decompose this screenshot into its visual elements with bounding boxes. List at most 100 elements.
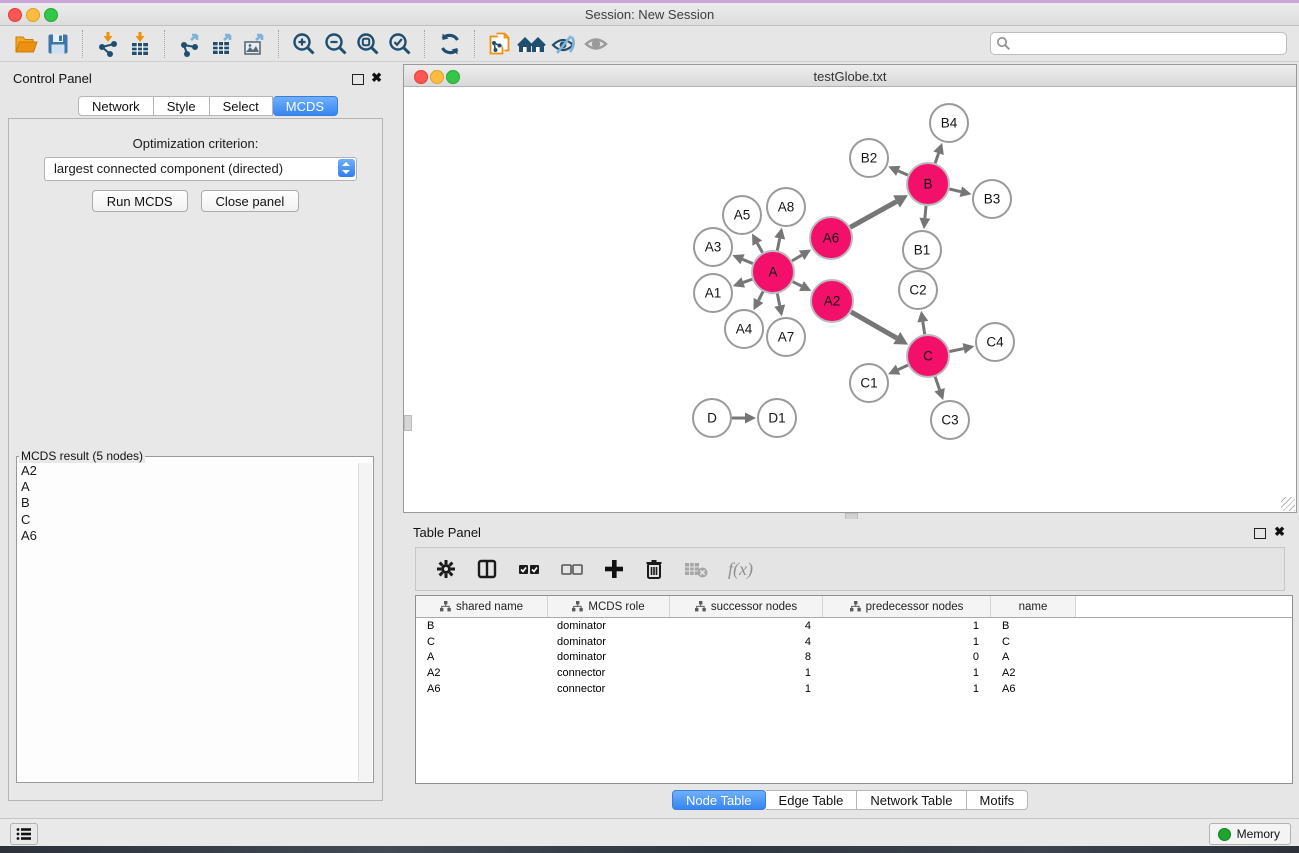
delete-column-trash-icon[interactable]: [644, 558, 664, 580]
table-cell[interactable]: A2: [416, 667, 548, 679]
table-cell[interactable]: B: [416, 620, 548, 632]
network-canvas[interactable]: B4B2BB3A8A5A6B1A3AC2A1A2A4A7C4CC1C3DD1: [404, 87, 1296, 512]
first-neighbors-button[interactable]: [516, 29, 548, 59]
graph-edge[interactable]: [743, 279, 752, 282]
tab-motifs[interactable]: Motifs: [967, 790, 1029, 810]
column-header-predecessor-nodes[interactable]: predecessor nodes: [823, 596, 991, 617]
tab-select[interactable]: Select: [210, 96, 273, 116]
table-cell[interactable]: 8: [670, 651, 823, 663]
tab-network-table[interactable]: Network Table: [857, 790, 966, 810]
graph-edge[interactable]: [793, 282, 802, 286]
graph-edge[interactable]: [898, 365, 908, 370]
table-cell[interactable]: 4: [670, 636, 823, 648]
memory-button[interactable]: Memory: [1209, 823, 1291, 845]
tab-node-table[interactable]: Node Table: [672, 790, 766, 810]
tab-network[interactable]: Network: [78, 96, 154, 116]
table-cell[interactable]: A2: [991, 667, 1076, 679]
table-cell[interactable]: 1: [670, 683, 823, 695]
zoom-out-button[interactable]: [320, 29, 352, 59]
table-cell[interactable]: 1: [823, 620, 991, 632]
run-mcds-button[interactable]: Run MCDS: [92, 190, 188, 212]
deselect-all-rows-icon[interactable]: [560, 558, 584, 580]
table-cell[interactable]: B: [991, 620, 1076, 632]
save-session-button[interactable]: [42, 29, 74, 59]
graph-edge[interactable]: [757, 243, 762, 253]
select-stepper-icon[interactable]: [338, 159, 355, 177]
graph-edge[interactable]: [925, 206, 926, 218]
show-all-button[interactable]: [580, 29, 612, 59]
column-header-name[interactable]: name: [991, 596, 1076, 617]
table-settings-gear-icon[interactable]: [435, 558, 457, 580]
table-row[interactable]: Bdominator41B: [416, 618, 1292, 634]
import-table-button[interactable]: [124, 29, 156, 59]
new-network-from-selection-button[interactable]: [484, 29, 516, 59]
table-cell[interactable]: dominator: [548, 651, 670, 663]
table-cell[interactable]: 1: [823, 683, 991, 695]
graph-edge[interactable]: [949, 189, 960, 192]
search-field[interactable]: [990, 32, 1287, 55]
table-cell[interactable]: 1: [670, 667, 823, 679]
graph-edge[interactable]: [792, 255, 802, 261]
graph-edge[interactable]: [850, 202, 896, 228]
table-row[interactable]: A2connector11A2: [416, 665, 1292, 681]
select-all-rows-icon[interactable]: [517, 558, 541, 580]
graph-edge[interactable]: [935, 153, 938, 163]
show-column-panel-icon[interactable]: [476, 558, 498, 580]
table-cell[interactable]: A6: [416, 683, 548, 695]
zoom-selected-button[interactable]: [384, 29, 416, 59]
export-table-button[interactable]: [206, 29, 238, 59]
mcds-result-item[interactable]: A6: [18, 528, 358, 544]
graph-edge[interactable]: [743, 259, 753, 263]
criterion-select[interactable]: largest connected component (directed): [44, 157, 357, 181]
column-header-mcds-role[interactable]: MCDS role: [548, 596, 670, 617]
mcds-result-item[interactable]: C: [18, 512, 358, 528]
float-table-panel-icon[interactable]: [1254, 528, 1266, 539]
table-cell[interactable]: C: [991, 636, 1076, 648]
table-cell[interactable]: A6: [991, 683, 1076, 695]
tab-style[interactable]: Style: [154, 96, 210, 116]
table-row[interactable]: Adominator80A: [416, 649, 1292, 665]
add-column-icon[interactable]: [603, 558, 625, 580]
export-network-button[interactable]: [174, 29, 206, 59]
splitter-grip-icon[interactable]: [404, 415, 412, 431]
float-panel-icon[interactable]: [352, 74, 364, 85]
table-cell[interactable]: connector: [548, 683, 670, 695]
graph-edge[interactable]: [898, 171, 908, 175]
tab-mcds[interactable]: MCDS: [273, 96, 338, 116]
graph-edge[interactable]: [851, 312, 897, 338]
column-header-successor-nodes[interactable]: successor nodes: [670, 596, 823, 617]
task-history-button[interactable]: [10, 823, 38, 845]
apply-preferred-layout-button[interactable]: [434, 29, 466, 59]
tab-edge-table[interactable]: Edge Table: [766, 790, 858, 810]
mcds-result-item[interactable]: A: [18, 479, 358, 495]
close-table-panel-icon[interactable]: ✖: [1274, 524, 1285, 540]
table-cell[interactable]: 4: [670, 620, 823, 632]
graph-edge[interactable]: [923, 322, 925, 335]
table-cell[interactable]: C: [416, 636, 548, 648]
zoom-in-button[interactable]: [288, 29, 320, 59]
table-cell[interactable]: A: [416, 651, 548, 663]
export-image-button[interactable]: [238, 29, 270, 59]
table-cell[interactable]: 0: [823, 651, 991, 663]
table-row[interactable]: Cdominator41C: [416, 634, 1292, 650]
table-cell[interactable]: 1: [823, 636, 991, 648]
graph-edge[interactable]: [950, 349, 964, 352]
mcds-result-item[interactable]: A2: [18, 463, 358, 479]
graph-edge[interactable]: [759, 292, 764, 301]
graph-edge[interactable]: [935, 377, 939, 390]
graph-edge[interactable]: [777, 294, 779, 306]
close-panel-icon[interactable]: ✖: [371, 70, 382, 86]
hide-selected-button[interactable]: [548, 29, 580, 59]
search-input[interactable]: [1015, 34, 1279, 53]
result-list-scrollbar[interactable]: [358, 463, 372, 781]
mcds-result-item[interactable]: B: [18, 495, 358, 511]
table-cell[interactable]: connector: [548, 667, 670, 679]
import-network-button[interactable]: [92, 29, 124, 59]
table-cell[interactable]: dominator: [548, 636, 670, 648]
open-file-button[interactable]: [10, 29, 42, 59]
close-panel-button[interactable]: Close panel: [201, 190, 300, 212]
table-cell[interactable]: 1: [823, 667, 991, 679]
graph-edge[interactable]: [777, 238, 779, 250]
table-row[interactable]: A6connector11A6: [416, 681, 1292, 697]
window-resize-grip-icon[interactable]: [1281, 497, 1295, 511]
